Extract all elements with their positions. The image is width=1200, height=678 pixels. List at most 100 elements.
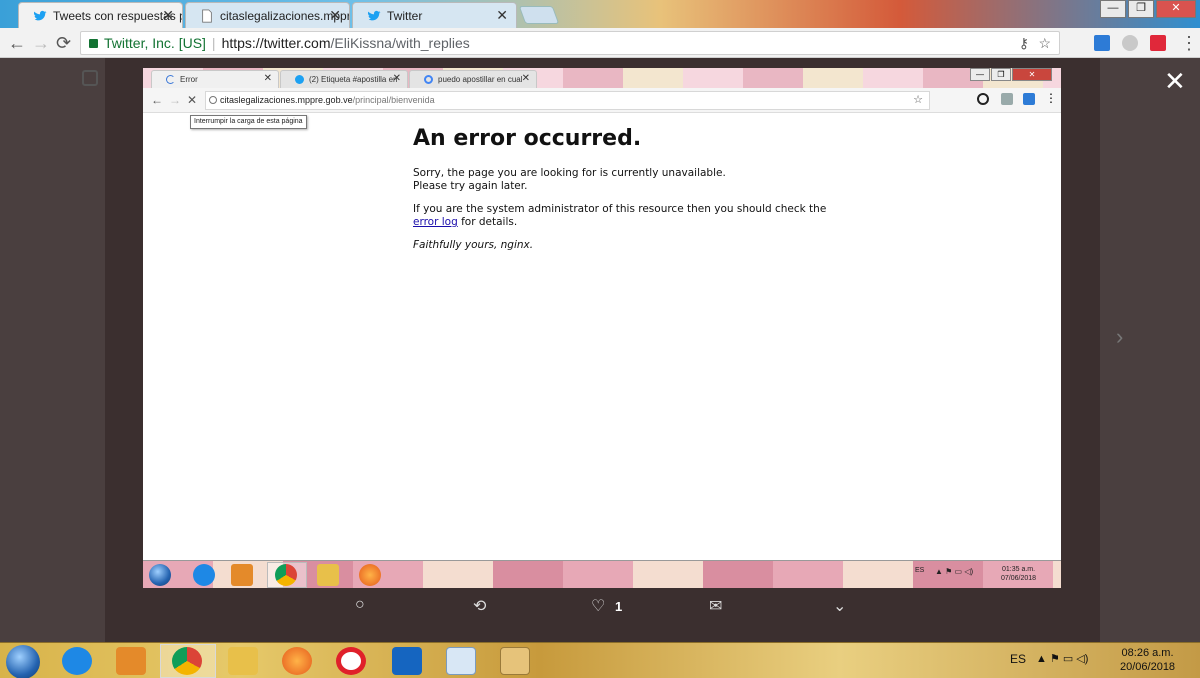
maxthon-icon[interactable] [392, 647, 422, 675]
restore-button[interactable]: ❐ [1128, 0, 1154, 18]
clock-time: 08:26 a.m. [1121, 647, 1174, 659]
inner-tab-close-icon: ✕ [521, 73, 530, 84]
inner-sync-icon [977, 93, 989, 105]
tab-close-button[interactable]: ✕ [496, 7, 508, 24]
extension-icon[interactable] [1122, 35, 1138, 51]
inner-url-path: /principal/bienvenida [352, 95, 435, 105]
inner-extension-icon [1001, 93, 1013, 105]
inner-folder-icon [317, 564, 339, 586]
media-player-icon[interactable] [116, 647, 146, 675]
admin-line: If you are the system administrator of t… [413, 203, 827, 215]
inner-tab-etiqueta: (2) Etiqueta #apostilla en ✕ [280, 70, 408, 88]
tweet-actions: ○ ⟲ ♡ 1 ✉ ⌄ [105, 596, 1100, 626]
admin-line-end: for details. [457, 216, 518, 228]
more-icon[interactable]: ⌄ [833, 596, 846, 616]
inner-time: 01:35 a.m. [1001, 566, 1036, 573]
pocket-extension-icon[interactable] [1150, 35, 1166, 51]
inner-minimize-button: — [970, 68, 990, 81]
inner-extension-icon [1023, 93, 1035, 105]
error-line-2: Please try again later. [413, 180, 528, 192]
inner-tab-close-icon: ✕ [392, 73, 401, 84]
error-page: An error occurred. Sorry, the page you a… [413, 126, 833, 262]
next-image-icon[interactable]: › [1116, 324, 1123, 350]
inner-tab-strip: Error ✕ (2) Etiqueta #apostilla en ✕ pue… [143, 68, 1061, 88]
file-explorer-icon[interactable] [228, 647, 258, 675]
chrome-icon[interactable] [172, 647, 202, 675]
inner-chrome-icon [275, 564, 297, 586]
inner-tab-title: (2) Etiqueta #apostilla en [309, 75, 398, 84]
home-icon [82, 70, 98, 86]
window-close-button[interactable]: ✕ [1156, 0, 1196, 18]
menu-icon[interactable]: ⋮ [1180, 33, 1198, 53]
google-icon [424, 75, 433, 84]
tab-close-button[interactable]: ✕ [329, 7, 341, 24]
inner-tab-title: Error [180, 75, 198, 84]
app-icon[interactable] [500, 647, 530, 675]
stop-tooltip: Interrumpir la carga de esta página [190, 115, 307, 129]
inner-url-host: citaslegalizaciones.mppre.gob.ve [220, 95, 353, 105]
url-host: https://twitter.com [221, 35, 331, 51]
inner-close-button: ✕ [1012, 68, 1052, 81]
inner-ie-icon [193, 564, 215, 586]
mcafee-icon[interactable] [446, 647, 476, 675]
inner-taskbar: ES ▲ ⚑ ▭ ◁) 01:35 a.m. 07/06/2018 [143, 560, 1061, 588]
inner-lang: ES [915, 567, 925, 574]
system-clock[interactable]: 08:26 a.m. 20/06/2018 [1120, 646, 1175, 674]
inner-media-icon [231, 564, 253, 586]
language-indicator[interactable]: ES [1010, 652, 1026, 666]
taskbar: ES ▲ ⚑ ▭ ◁) [0, 642, 1200, 678]
lock-icon [89, 39, 98, 48]
inner-toolbar: ← → ✕ citaslegalizaciones.mppre.gob.ve/p… [143, 88, 1061, 113]
outer-toolbar: ← → ⟳ Twitter, Inc. [US] | https://twitter… [0, 28, 1200, 58]
tab-close-button[interactable]: ✕ [162, 7, 174, 24]
inner-restore-button: ❐ [991, 68, 1011, 81]
start-button[interactable] [6, 645, 40, 678]
loading-icon [166, 75, 175, 84]
inner-star-icon: ☆ [913, 94, 923, 106]
tab-tweets-con-respuestas[interactable]: Tweets con respuestas p ✕ [18, 2, 183, 28]
reload-button[interactable]: ⟳ [56, 33, 71, 53]
inner-date: 07/06/2018 [1001, 575, 1037, 582]
outer-tab-strip: Tweets con respuestas p ✕ citaslegalizac… [0, 0, 1200, 28]
forward-button[interactable]: → [32, 33, 50, 53]
new-tab-button[interactable] [518, 6, 560, 24]
tweet-image: Error ✕ (2) Etiqueta #apostilla en ✕ pue… [143, 68, 1061, 588]
retweet-icon[interactable]: ⟲ [473, 596, 486, 616]
bookmark-star-icon[interactable]: ☆ [1038, 32, 1051, 54]
inner-tab-close-icon: ✕ [263, 73, 272, 84]
tab-title: Twitter [387, 9, 423, 23]
url-path: /EliKissna/with_replies [330, 35, 470, 51]
error-message: Sorry, the page you are looking for is c… [413, 167, 833, 193]
tray-icons[interactable]: ▲ ⚑ ▭ ◁) [1036, 652, 1088, 665]
inner-clock: 01:35 a.m. 07/06/2018 [1001, 565, 1036, 583]
address-bar[interactable]: Twitter, Inc. [US] | https://twitter.com/E… [80, 31, 1060, 55]
key-icon[interactable]: ⚷ [1019, 32, 1029, 54]
like-icon[interactable]: ♡ [591, 596, 605, 616]
error-heading: An error occurred. [413, 126, 642, 151]
inner-tab-title: puedo apostillar en cual [438, 75, 523, 84]
error-log-link: error log [413, 216, 458, 228]
inner-back-icon: ← [151, 93, 163, 107]
inner-stop-icon: ✕ [187, 93, 198, 107]
inner-address-bar: citaslegalizaciones.mppre.gob.ve/princip… [205, 91, 930, 110]
tab-twitter[interactable]: Twitter ✕ [352, 2, 517, 28]
minimize-button[interactable]: — [1100, 0, 1126, 18]
modal-close-icon[interactable]: ✕ [1164, 68, 1186, 94]
twitter-icon [295, 75, 304, 84]
tab-citaslegalizaciones[interactable]: citaslegalizaciones.mppr ✕ [185, 2, 350, 28]
like-count: 1 [615, 599, 623, 614]
twitter-icon [367, 10, 381, 21]
error-line-1: Sorry, the page you are looking for is c… [413, 167, 726, 179]
reply-icon[interactable]: ○ [355, 596, 365, 614]
info-icon [209, 96, 217, 104]
inner-start-icon [149, 564, 171, 586]
secure-label: Twitter, Inc. [US] [104, 35, 206, 51]
translate-extension-icon[interactable] [1094, 35, 1110, 51]
firefox-icon[interactable] [282, 647, 312, 675]
opera-icon[interactable] [336, 647, 366, 675]
direct-message-icon[interactable]: ✉ [709, 596, 722, 616]
back-button[interactable]: ← [8, 33, 26, 53]
inner-menu-icon: ⋮ [1045, 91, 1057, 105]
admin-message: If you are the system administrator of t… [413, 203, 833, 229]
ie-icon[interactable] [62, 647, 92, 675]
